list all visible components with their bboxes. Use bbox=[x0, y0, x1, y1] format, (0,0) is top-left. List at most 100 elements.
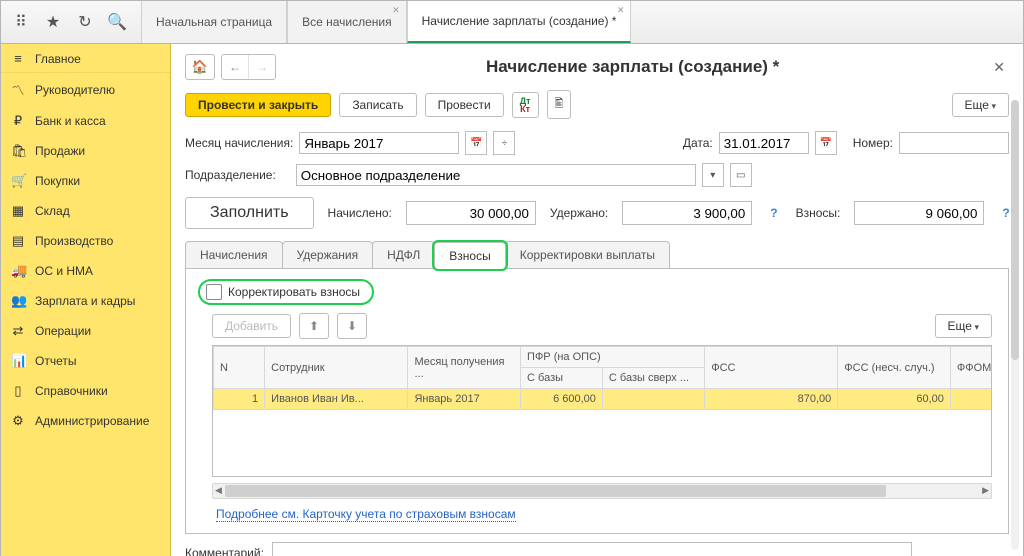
tab-withholdings[interactable]: Удержания bbox=[282, 241, 374, 268]
scroll-left-icon[interactable]: ◀ bbox=[215, 485, 222, 496]
write-button[interactable]: Записать bbox=[339, 93, 416, 117]
date-input[interactable] bbox=[719, 132, 809, 154]
factory-icon: ▤ bbox=[11, 233, 25, 249]
home-button[interactable]: 🏠 bbox=[185, 54, 215, 80]
help-icon[interactable]: ? bbox=[766, 206, 781, 220]
sidebar-item-purchases[interactable]: 🛒Покупки bbox=[1, 166, 170, 196]
open-ref-icon[interactable]: ▭ bbox=[730, 163, 752, 187]
back-button[interactable]: ← bbox=[222, 55, 249, 79]
comment-input[interactable] bbox=[272, 542, 912, 556]
cell-pfr-over bbox=[602, 389, 704, 410]
search-icon[interactable]: 🔍 bbox=[101, 6, 133, 38]
withheld-label: Удержано: bbox=[550, 206, 608, 220]
col-fss-ns[interactable]: ФСС (несч. случ.) bbox=[838, 347, 951, 389]
accrued-field[interactable] bbox=[406, 201, 536, 225]
scroll-right-icon[interactable]: ▶ bbox=[982, 485, 989, 496]
favorites-star-icon[interactable]: ★ bbox=[37, 6, 69, 38]
comment-label: Комментарий: bbox=[185, 546, 264, 556]
close-icon[interactable]: ✕ bbox=[392, 5, 400, 16]
navigation-sidebar: ≡ Главное 〽Руководителю ₽Банк и касса 🛍Пр… bbox=[1, 44, 171, 556]
cell-month: Январь 2017 bbox=[408, 389, 521, 410]
sidebar-item-label: Зарплата и кадры bbox=[35, 294, 135, 308]
move-down-button[interactable]: ⬇ bbox=[337, 313, 367, 339]
tab-start-page[interactable]: Начальная страница bbox=[141, 1, 287, 43]
col-month[interactable]: Месяц получения ... bbox=[408, 347, 521, 389]
withheld-field[interactable] bbox=[622, 201, 752, 225]
cell-employee: Иванов Иван Ив... bbox=[265, 389, 408, 410]
sidebar-item-manager[interactable]: 〽Руководителю bbox=[1, 73, 170, 106]
dt-kt-button[interactable]: ДтКт bbox=[512, 92, 539, 118]
table-row[interactable]: 1 Иванов Иван Ив... Январь 2017 6 600,00… bbox=[214, 389, 993, 410]
details-link[interactable]: Подробнее см. Карточку учета по страховы… bbox=[216, 507, 516, 522]
col-n[interactable]: N bbox=[214, 347, 265, 389]
number-input[interactable] bbox=[899, 132, 1009, 154]
department-input[interactable] bbox=[296, 164, 696, 186]
close-icon[interactable]: ✕ bbox=[617, 5, 625, 16]
col-ffoms[interactable]: ФФОМС bbox=[950, 347, 992, 389]
sidebar-item-reports[interactable]: 📊 Отчеты bbox=[1, 346, 170, 376]
close-page-button[interactable]: ✕ bbox=[989, 59, 1009, 76]
sidebar-item-warehouse[interactable]: ▦Склад bbox=[1, 196, 170, 226]
tab-ndfl[interactable]: НДФЛ bbox=[372, 241, 435, 268]
contributions-panel: Корректировать взносы Добавить ⬆ ⬇ Еще bbox=[185, 269, 1009, 534]
contrib-label: Взносы: bbox=[796, 206, 841, 220]
sidebar-item-payroll[interactable]: 👥 Зарплата и кадры bbox=[1, 286, 170, 316]
horizontal-scrollbar[interactable]: ◀ ▶ bbox=[212, 483, 992, 499]
col-fss[interactable]: ФСС bbox=[705, 347, 838, 389]
contributions-grid[interactable]: N Сотрудник Месяц получения ... ПФР (на … bbox=[212, 345, 992, 477]
truck-icon: 🚚 bbox=[11, 263, 25, 279]
sidebar-item-main[interactable]: ≡ Главное bbox=[1, 44, 170, 73]
table-more-button[interactable]: Еще bbox=[935, 314, 992, 338]
add-row-button[interactable]: Добавить bbox=[212, 314, 291, 338]
sidebar-item-admin[interactable]: ⚙Администрирование bbox=[1, 406, 170, 436]
history-nav: ← → bbox=[221, 54, 276, 80]
sidebar-item-label: Главное bbox=[35, 52, 81, 66]
date-label: Дата: bbox=[683, 136, 713, 150]
scroll-thumb[interactable] bbox=[225, 485, 886, 497]
tab-contributions[interactable]: Взносы bbox=[434, 242, 505, 269]
attachment-button[interactable]: 🖺 bbox=[547, 90, 572, 119]
move-up-button[interactable]: ⬆ bbox=[299, 313, 329, 339]
sidebar-item-label: Отчеты bbox=[35, 354, 76, 368]
month-input[interactable] bbox=[299, 132, 459, 154]
gear-icon: ⚙ bbox=[11, 413, 25, 429]
correct-contrib-checkbox[interactable] bbox=[206, 284, 222, 300]
sidebar-item-operations[interactable]: ⇄Операции bbox=[1, 316, 170, 346]
tab-all-accruals[interactable]: Все начисления✕ bbox=[287, 1, 407, 43]
sidebar-item-assets[interactable]: 🚚ОС и НМА bbox=[1, 256, 170, 286]
col-employee[interactable]: Сотрудник bbox=[265, 347, 408, 389]
contrib-field[interactable] bbox=[854, 201, 984, 225]
menu-icon: ≡ bbox=[11, 51, 25, 66]
forward-button[interactable]: → bbox=[249, 55, 275, 79]
cell-fss-ns: 60,00 bbox=[838, 389, 951, 410]
more-button[interactable]: Еще bbox=[952, 93, 1009, 117]
scroll-thumb[interactable] bbox=[1011, 100, 1019, 360]
tab-accruals[interactable]: Начисления bbox=[185, 241, 283, 268]
fill-button[interactable]: Заполнить bbox=[185, 197, 314, 229]
bar-chart-icon: 📊 bbox=[11, 353, 25, 369]
department-label: Подразделение: bbox=[185, 168, 276, 182]
cell-fss: 870,00 bbox=[705, 389, 838, 410]
sidebar-item-sales[interactable]: 🛍Продажи bbox=[1, 136, 170, 166]
dropdown-icon[interactable]: ▾ bbox=[702, 163, 724, 187]
calendar-icon[interactable]: 📅 bbox=[815, 131, 837, 155]
cell-n: 1 bbox=[214, 389, 265, 410]
sidebar-item-catalogs[interactable]: ▯Справочники bbox=[1, 376, 170, 406]
tab-payroll-create[interactable]: Начисление зарплаты (создание) *✕ bbox=[407, 1, 632, 43]
col-pfr[interactable]: ПФР (на ОПС) bbox=[521, 347, 705, 368]
sidebar-item-production[interactable]: ▤Производство bbox=[1, 226, 170, 256]
sidebar-item-bank[interactable]: ₽Банк и касса bbox=[1, 106, 170, 136]
tab-corrections[interactable]: Корректировки выплаты bbox=[505, 241, 670, 268]
history-icon[interactable]: ↻ bbox=[69, 6, 101, 38]
people-icon: 👥 bbox=[11, 293, 25, 309]
cart-icon: 🛒 bbox=[11, 173, 25, 189]
col-pfr-over[interactable]: С базы сверх ... bbox=[602, 368, 704, 389]
vertical-scrollbar[interactable] bbox=[1011, 100, 1019, 550]
post-button[interactable]: Провести bbox=[425, 93, 504, 117]
sidebar-item-label: Руководителю bbox=[35, 83, 115, 97]
calendar-icon[interactable]: 📅 bbox=[465, 131, 487, 155]
post-and-close-button[interactable]: Провести и закрыть bbox=[185, 93, 331, 117]
stepper-icon[interactable]: ÷ bbox=[493, 131, 515, 155]
col-pfr-base[interactable]: С базы bbox=[521, 368, 603, 389]
apps-grid-icon[interactable]: ⠿ bbox=[5, 6, 37, 38]
